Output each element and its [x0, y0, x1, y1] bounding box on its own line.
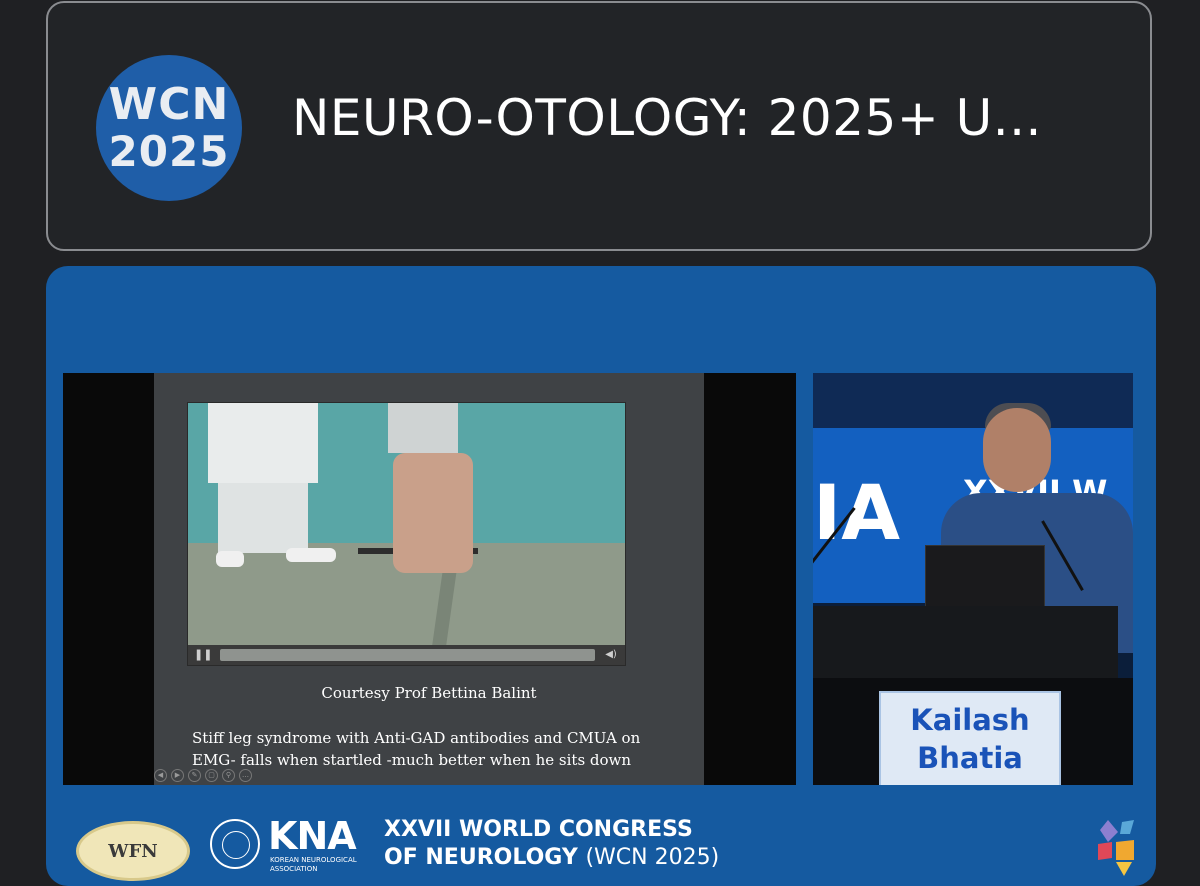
- doctor-shoe: [286, 548, 336, 562]
- doctor-shoe: [216, 551, 244, 567]
- speaker-name-plate: Kailash Bhatia: [879, 691, 1061, 785]
- slide-navigation: ◀ ▶ ✎ ▢ ⚲ …: [154, 769, 252, 782]
- pen-icon[interactable]: ✎: [188, 769, 201, 782]
- more-icon[interactable]: …: [239, 769, 252, 782]
- doctor-pants: [218, 483, 308, 553]
- laptop: [925, 545, 1045, 609]
- congress-title-line2-main: OF NEUROLOGY: [384, 845, 578, 870]
- presentation-slide-area: ❚❚ ◀) Courtesy Prof Bettina Balint Stiff…: [63, 373, 796, 785]
- volume-icon[interactable]: ◀): [603, 648, 619, 662]
- video-title[interactable]: NEURO-OTOLOGY: 2025+ U...: [292, 89, 1042, 147]
- patient-shirt: [388, 403, 458, 453]
- speaker-first-name: Kailash: [910, 703, 1030, 737]
- stage-backdrop-top: [813, 373, 1133, 428]
- wcn-flower-icon: [1098, 820, 1134, 876]
- video-title-card[interactable]: WCN 2025 NEURO-OTOLOGY: 2025+ U...: [46, 1, 1152, 251]
- wcn-2025-logo: WCN 2025: [96, 55, 242, 201]
- previous-slide-icon[interactable]: ◀: [154, 769, 167, 782]
- congress-title-line2: OF NEUROLOGY (WCN 2025): [384, 844, 719, 872]
- kna-logo: KNA: [268, 814, 357, 858]
- slide-caption-line: Stiff leg syndrome with Anti-GAD antibod…: [192, 729, 641, 747]
- patient-legs: [393, 453, 473, 573]
- video-control-bar: ❚❚ ◀): [188, 645, 625, 665]
- presentation-slide: ❚❚ ◀) Courtesy Prof Bettina Balint Stiff…: [154, 373, 704, 785]
- embedded-video[interactable]: ❚❚ ◀): [187, 402, 626, 666]
- wfn-logo: WFN: [76, 821, 190, 881]
- congress-title-line2-suffix: (WCN 2025): [585, 845, 720, 870]
- video-progress-track[interactable]: [220, 649, 595, 661]
- zoom-icon[interactable]: ⚲: [222, 769, 235, 782]
- congress-title-line1: XXVII WORLD CONGRESS: [384, 817, 693, 842]
- slide-courtesy-text: Courtesy Prof Bettina Balint: [321, 684, 537, 702]
- congress-title: XXVII WORLD CONGRESS OF NEUROLOGY (WCN 2…: [384, 816, 719, 872]
- slides-icon[interactable]: ▢: [205, 769, 218, 782]
- pause-icon[interactable]: ❚❚: [194, 648, 212, 662]
- slide-caption-line: EMG- falls when startled -much better wh…: [192, 751, 632, 769]
- slide-caption: Stiff leg syndrome with Anti-GAD antibod…: [192, 727, 672, 771]
- next-slide-icon[interactable]: ▶: [171, 769, 184, 782]
- speaker-camera-feed: IA XXVII W Kailash Bhatia: [813, 373, 1133, 785]
- kna-seal-icon: [210, 819, 260, 869]
- logo-text-wcn: WCN: [108, 79, 230, 130]
- doctor-coat: [208, 403, 318, 483]
- speaker-last-name: Bhatia: [917, 741, 1023, 775]
- speaker-head: [983, 408, 1051, 492]
- podium-top: [813, 606, 1118, 678]
- logo-text-year: 2025: [108, 127, 230, 176]
- video-player[interactable]: ❚❚ ◀) Courtesy Prof Bettina Balint Stiff…: [46, 266, 1156, 886]
- kna-subtitle: KOREAN NEUROLOGICAL ASSOCIATION: [270, 856, 357, 873]
